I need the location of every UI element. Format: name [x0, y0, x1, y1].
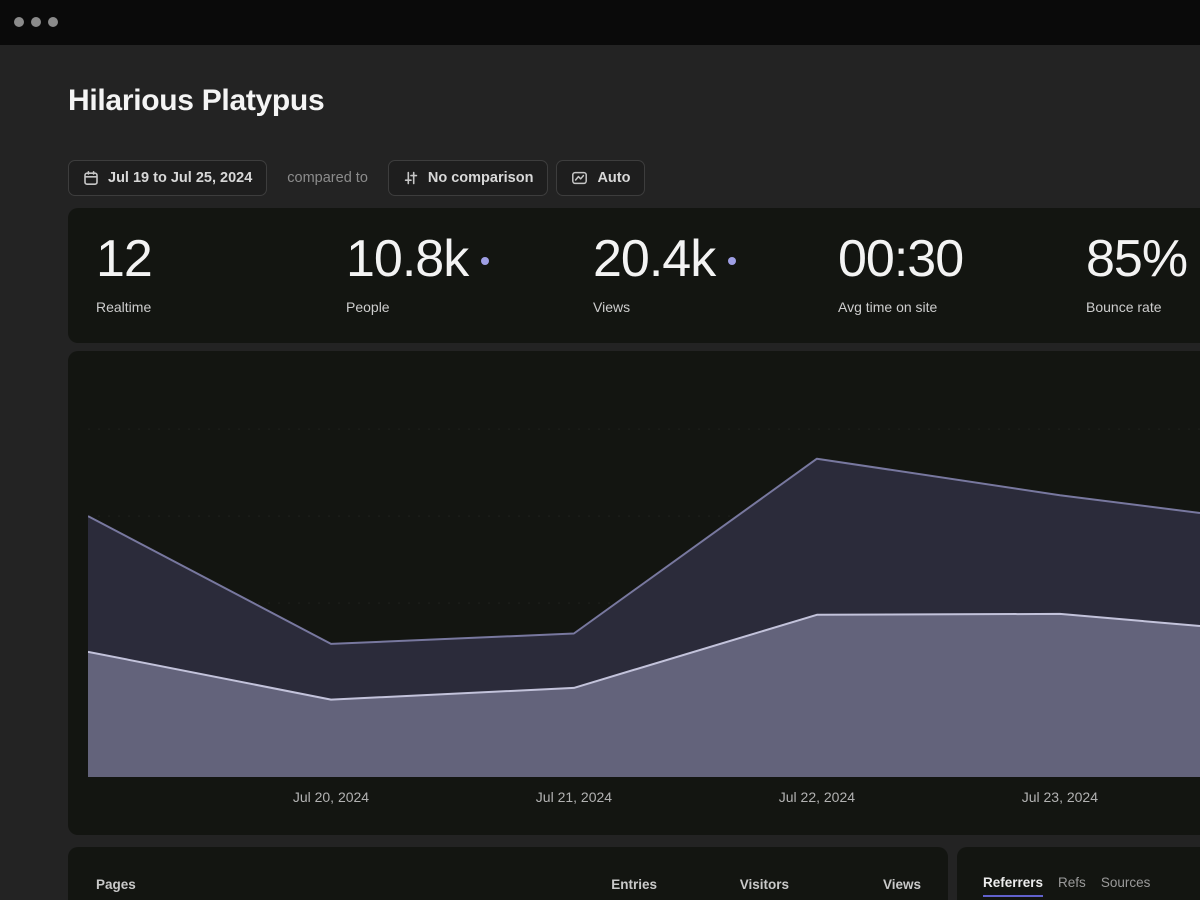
- stat-value: 12: [96, 232, 152, 287]
- column-header-entries: Entries: [547, 877, 657, 892]
- window-dot[interactable]: [48, 17, 58, 27]
- interval-button[interactable]: Auto: [556, 160, 645, 196]
- metric-dot: [728, 257, 736, 265]
- site-title: Hilarious Platypus: [68, 84, 324, 118]
- x-axis-tick: Jul 21, 2024: [514, 789, 634, 805]
- column-header-views: Views: [811, 877, 921, 892]
- visitors-area-chart[interactable]: [88, 351, 1200, 777]
- x-axis-tick: Jul 22, 2024: [757, 789, 877, 805]
- stat-value: 85%: [1086, 232, 1187, 287]
- adjustments-icon: [403, 170, 419, 186]
- compared-to-label: compared to: [287, 170, 368, 186]
- column-header-visitors: Visitors: [679, 877, 789, 892]
- window-dot[interactable]: [31, 17, 41, 27]
- window-controls[interactable]: [14, 17, 58, 27]
- toolbar: Jul 19 to Jul 25, 2024 compared to No co…: [68, 160, 645, 196]
- interval-label: Auto: [597, 170, 630, 186]
- x-axis-tick: Jul 20, 2024: [271, 789, 391, 805]
- stat-value: 00:30: [838, 232, 963, 287]
- window-dot[interactable]: [14, 17, 24, 27]
- stat-label: People: [346, 299, 489, 315]
- stat-label: Realtime: [96, 299, 152, 315]
- date-range-label: Jul 19 to Jul 25, 2024: [108, 170, 252, 186]
- stat-bounce-rate[interactable]: 85% Bounce rate: [1086, 232, 1187, 315]
- tab-refs[interactable]: Refs: [1058, 875, 1086, 897]
- chart-card: Jul 20, 2024 Jul 21, 2024 Jul 22, 2024 Jul …: [68, 351, 1200, 835]
- tab-referrers[interactable]: Referrers: [983, 875, 1043, 897]
- pages-panel-title: Pages: [96, 877, 136, 892]
- comparison-button[interactable]: No comparison: [388, 160, 549, 196]
- calendar-icon: [83, 170, 99, 186]
- date-range-button[interactable]: Jul 19 to Jul 25, 2024: [68, 160, 267, 196]
- referrers-panel: Referrers Refs Sources: [957, 847, 1200, 900]
- metric-dot: [481, 257, 489, 265]
- referrers-tabs: Referrers Refs Sources: [983, 875, 1150, 897]
- stat-views[interactable]: 20.4k Views: [593, 232, 736, 315]
- tab-sources[interactable]: Sources: [1101, 875, 1151, 897]
- stat-label: Avg time on site: [838, 299, 963, 315]
- window-titlebar: [0, 0, 1200, 45]
- comparison-label: No comparison: [428, 170, 534, 186]
- stat-label: Views: [593, 299, 736, 315]
- stat-people[interactable]: 10.8k People: [346, 232, 489, 315]
- stats-card: 12 Realtime 10.8k People 20.4k Views 00:…: [68, 208, 1200, 343]
- stat-value: 10.8k: [346, 232, 489, 287]
- stat-value: 20.4k: [593, 232, 736, 287]
- chart-line-icon: [571, 170, 588, 186]
- stat-realtime[interactable]: 12 Realtime: [96, 232, 152, 315]
- pages-panel: Pages Entries Visitors Views: [68, 847, 948, 900]
- x-axis-tick: Jul 23, 2024: [1000, 789, 1120, 805]
- stat-label: Bounce rate: [1086, 299, 1187, 315]
- stat-avg-time[interactable]: 00:30 Avg time on site: [838, 232, 963, 315]
